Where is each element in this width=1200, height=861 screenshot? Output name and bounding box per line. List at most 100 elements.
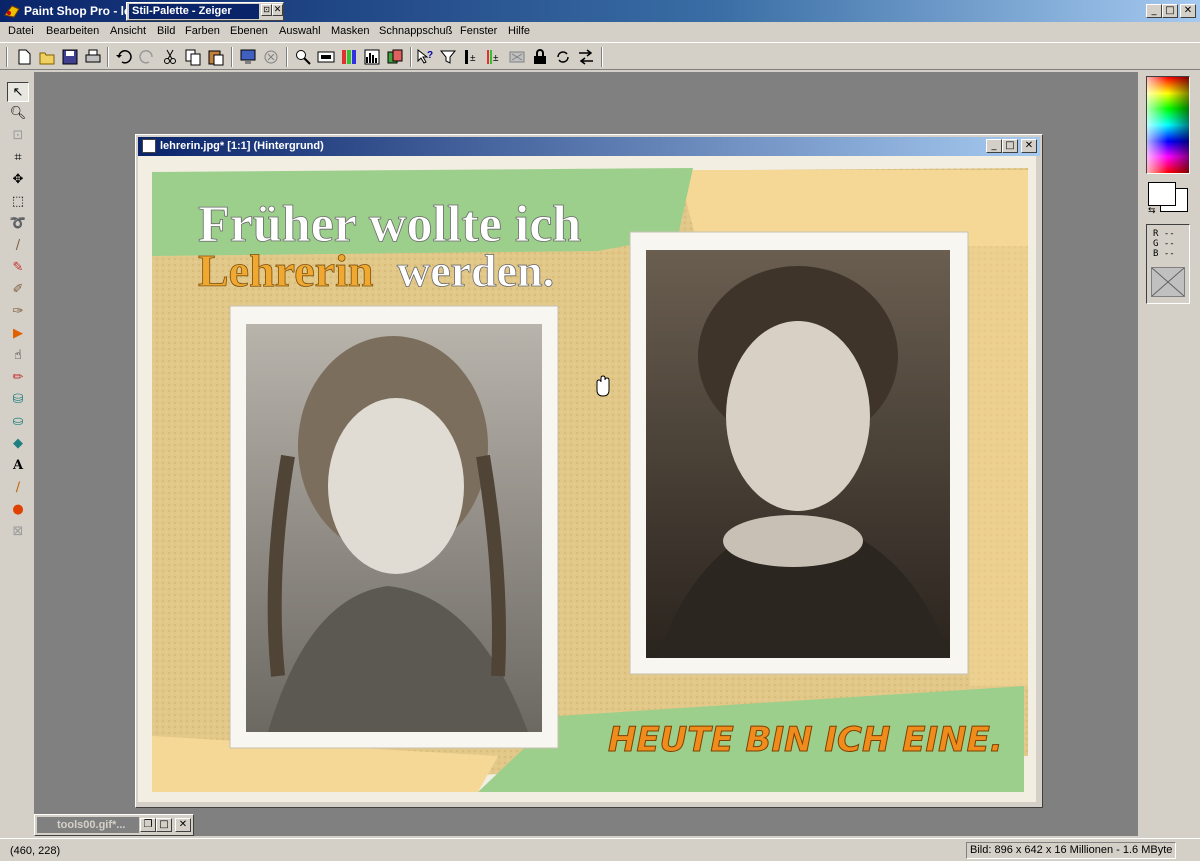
headline-highlight: Lehrerin	[198, 245, 373, 296]
histogram-icon[interactable]	[362, 47, 382, 67]
svg-text:±: ±	[493, 53, 499, 64]
app-title: Paint Shop Pro - le	[24, 4, 131, 18]
color-swatches[interactable]: ⇆	[1146, 180, 1190, 218]
undo-icon[interactable]	[114, 47, 134, 67]
swap-colors-icon[interactable]: ⇆	[1148, 206, 1156, 216]
menu-datei[interactable]: Datei	[8, 25, 34, 37]
browse-icon[interactable]	[261, 47, 281, 67]
object-selector-icon[interactable]: ●	[7, 500, 29, 520]
brightness-icon[interactable]: ±	[461, 47, 481, 67]
min-restore-button[interactable]: ❐	[140, 818, 156, 832]
transparent-swatch-icon[interactable]	[1151, 267, 1185, 297]
pin-icon[interactable]: ⊡	[261, 4, 272, 16]
menu-bearbeiten[interactable]: Bearbeiten	[46, 25, 99, 37]
paste-icon[interactable]	[206, 47, 226, 67]
foreground-color-swatch[interactable]	[1148, 182, 1176, 206]
document-icon	[142, 139, 156, 153]
palette-icon[interactable]	[339, 47, 359, 67]
clone-icon[interactable]: ✐	[7, 280, 29, 300]
title-bar: Paint Shop Pro - le Stil-Palette - Zeige…	[0, 0, 1200, 22]
arrows-icon[interactable]	[576, 47, 596, 67]
color-spectrum[interactable]	[1146, 76, 1190, 174]
menu-auswahl[interactable]: Auswahl	[279, 25, 321, 37]
status-image-info: Bild: 896 x 642 x 16 Millionen - 1.6 MBy…	[966, 842, 1176, 859]
picture-tube-icon[interactable]: ✏	[7, 368, 29, 388]
photo-girl	[229, 305, 559, 749]
rgb-g: G --	[1153, 239, 1175, 249]
min-maximize-button[interactable]: □	[156, 818, 172, 832]
menu-bar: Datei Bearbeiten Ansicht Bild Farben Ebe…	[0, 22, 1200, 42]
lock-icon[interactable]	[530, 47, 550, 67]
menu-ansicht[interactable]: Ansicht	[110, 25, 146, 37]
toolbar: ? ± ±	[0, 42, 1200, 70]
color-palette-panel: ⇆ R -- G -- B --	[1140, 72, 1200, 836]
tool-palette: ↖ 🔍︎ ⊡ ⌗ ✥ ⬚ ➰ / ✎ ✐ ✑ ▶ ☝ ✏ ⛁ ⛀ ◆ A ∕ ●…	[4, 74, 30, 544]
doc-close-button[interactable]: ✕	[1021, 139, 1037, 153]
document-titlebar[interactable]: lehrerin.jpg* [1:1] (Hintergrund) _ □ ✕	[138, 137, 1040, 156]
document-title: lehrerin.jpg* [1:1] (Hintergrund)	[160, 140, 324, 152]
menu-fenster[interactable]: Fenster	[460, 25, 497, 37]
color-balance-icon[interactable]: ±	[484, 47, 504, 67]
style-palette-window[interactable]: Stil-Palette - Zeiger ⊡ ✕	[126, 2, 284, 21]
close-icon[interactable]: ✕	[272, 4, 283, 16]
close-button[interactable]: ✕	[1180, 4, 1196, 18]
minimized-window-tools00[interactable]: tools00.gif*... ❐ □ ✕	[34, 814, 194, 836]
save-icon[interactable]	[60, 47, 80, 67]
airbrush-icon[interactable]: ⛁	[7, 390, 29, 410]
lasso-icon[interactable]: ➰	[7, 214, 29, 234]
zoom-icon[interactable]	[293, 47, 313, 67]
open-icon[interactable]	[37, 47, 57, 67]
extra-tool-icon[interactable]: ⊠	[7, 522, 29, 542]
menu-farben[interactable]: Farben	[185, 25, 220, 37]
print-icon[interactable]	[83, 47, 103, 67]
new-icon[interactable]	[14, 47, 34, 67]
deformation-icon[interactable]: ⊡	[7, 126, 29, 146]
retouch-icon[interactable]: ▶	[7, 324, 29, 344]
rgb-b: B --	[1153, 249, 1175, 259]
paintbrush-icon[interactable]: ✎	[7, 258, 29, 278]
dropper-icon[interactable]: /	[7, 236, 29, 256]
doc-maximize-button[interactable]: □	[1002, 139, 1018, 153]
monitor-icon[interactable]	[238, 47, 258, 67]
overview-icon[interactable]	[316, 47, 336, 67]
redo-icon[interactable]	[137, 47, 157, 67]
context-help-icon[interactable]: ?	[415, 47, 435, 67]
status-coordinates: (460, 228)	[10, 845, 61, 857]
menu-hilfe[interactable]: Hilfe	[508, 25, 530, 37]
maximize-button[interactable]: □	[1162, 4, 1178, 18]
menu-ebenen[interactable]: Ebenen	[230, 25, 268, 37]
cut-icon[interactable]	[160, 47, 180, 67]
copy-icon[interactable]	[183, 47, 203, 67]
mask-icon[interactable]	[507, 47, 527, 67]
color-replacer-icon[interactable]: ✑	[7, 302, 29, 322]
image-canvas[interactable]: Früher wollte ich Lehrerin werden. HEUTE…	[138, 156, 1036, 802]
app-icon[interactable]	[4, 3, 20, 19]
line-icon[interactable]: ∕	[7, 478, 29, 498]
filter-icon[interactable]	[438, 47, 458, 67]
eraser-icon[interactable]: ☝	[7, 346, 29, 366]
move-icon[interactable]: ✥	[7, 170, 29, 190]
shapes-icon[interactable]: ◆	[7, 434, 29, 454]
layers-icon[interactable]	[385, 47, 405, 67]
svg-text:Lehrerin werden.: Lehrerin werden.	[198, 245, 554, 296]
rgb-readout: R -- G -- B --	[1146, 224, 1190, 304]
menu-schnappschuss[interactable]: Schnappschuß	[379, 25, 452, 37]
pointer-icon[interactable]: ↖	[7, 82, 29, 102]
status-bar: (460, 228) Bild: 896 x 642 x 16 Millione…	[0, 838, 1200, 861]
refresh-icon[interactable]	[553, 47, 573, 67]
minimize-button[interactable]: _	[1146, 4, 1162, 18]
photo-woman	[629, 231, 969, 675]
text-icon[interactable]: A	[7, 456, 29, 476]
menu-bild[interactable]: Bild	[157, 25, 175, 37]
postcard-image: Früher wollte ich Lehrerin werden. HEUTE…	[138, 156, 1036, 802]
min-close-button[interactable]: ✕	[175, 818, 191, 832]
headline-line2: werden.	[397, 245, 554, 296]
menu-masken[interactable]: Masken	[331, 25, 370, 37]
zoom-tool-icon[interactable]: 🔍︎	[7, 104, 29, 124]
flood-fill-icon[interactable]: ⛀	[7, 412, 29, 432]
crop-icon[interactable]: ⌗	[7, 148, 29, 168]
selection-icon[interactable]: ⬚	[7, 192, 29, 212]
svg-text:?: ?	[427, 50, 433, 61]
minimized-window-title: tools00.gif*...	[37, 817, 139, 833]
doc-minimize-button[interactable]: _	[986, 139, 1002, 153]
